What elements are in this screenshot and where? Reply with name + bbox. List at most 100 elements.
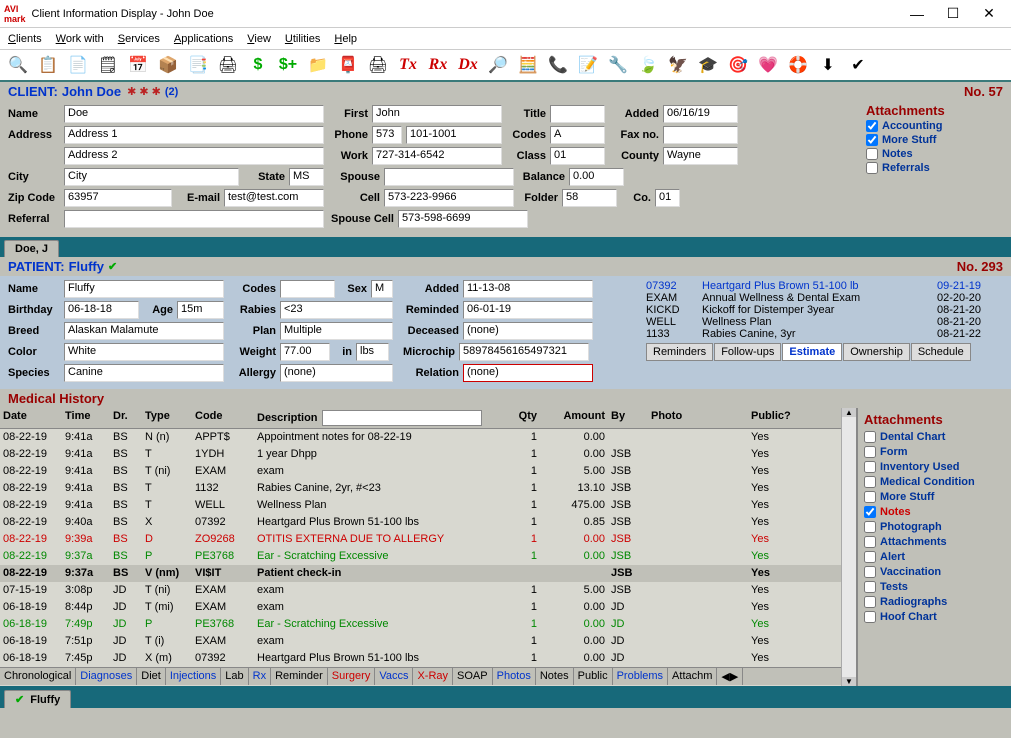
hist-attach-11[interactable]: Radiographs [864,596,1005,608]
hist-attach-6[interactable]: Photograph [864,521,1005,533]
fld-county[interactable]: Wayne [663,147,738,165]
col-by[interactable]: By [608,408,648,428]
hist-attach-check-12[interactable] [864,611,876,623]
table-row[interactable]: 08-22-199:41aBSTWELLWellness Plan1475.00… [0,497,841,514]
toolbar-icon-20[interactable]: 🔧 [606,53,630,77]
fld-city[interactable]: City [64,168,239,186]
fld-title[interactable] [550,105,605,123]
fld-phone-area[interactable]: 573 [372,126,402,144]
hist-attach-check-8[interactable] [864,551,876,563]
reminder-row-3[interactable]: WELLWellness Plan08-21-20 [646,316,1005,328]
client-attach-check-2[interactable] [866,148,878,160]
fld-p-name[interactable]: Fluffy [64,280,224,298]
subtab-estimate[interactable]: Estimate [782,343,842,361]
hist-attach-check-5[interactable] [864,506,876,518]
col-amt[interactable]: Amount [540,408,608,428]
hist-attach-12[interactable]: Hoof Chart [864,611,1005,623]
toolbar-icon-17[interactable]: 🧮 [516,53,540,77]
fld-p-relation[interactable]: (none) [463,364,593,382]
hist-attach-check-1[interactable] [864,446,876,458]
fld-zip[interactable]: 63957 [64,189,172,207]
fld-p-added[interactable]: 11-13-08 [463,280,593,298]
fld-referral[interactable] [64,210,324,228]
hist-attach-1[interactable]: Form [864,446,1005,458]
bottom-tab-11[interactable]: Photos [493,668,536,685]
hist-attach-8[interactable]: Alert [864,551,1005,563]
fld-p-reminded[interactable]: 06-01-19 [463,301,593,319]
fld-p-wunit[interactable]: lbs [356,343,389,361]
hist-attach-check-9[interactable] [864,566,876,578]
fld-p-color[interactable]: White [64,343,224,361]
hist-attach-0[interactable]: Dental Chart [864,431,1005,443]
hist-attach-check-2[interactable] [864,461,876,473]
toolbar-icon-21[interactable]: 🍃 [636,53,660,77]
bottom-tab-10[interactable]: SOAP [453,668,493,685]
table-row[interactable]: 08-22-199:41aBSN (n)APPT$Appointment not… [0,429,841,446]
fld-p-age[interactable]: 15m [177,301,224,319]
hist-attach-10[interactable]: Tests [864,581,1005,593]
grid-scrollbar[interactable] [841,408,856,686]
maximize-button[interactable]: ☐ [935,2,971,26]
toolbar-icon-9[interactable]: $+ [276,53,300,77]
menu-applications[interactable]: Applications [174,33,233,45]
hist-attach-check-7[interactable] [864,536,876,548]
toolbar-icon-28[interactable]: ✔ [846,53,870,77]
bottom-tab-8[interactable]: Vaccs [375,668,413,685]
toolbar-icon-12[interactable]: 🖨 [366,53,390,77]
history-grid[interactable]: Date Time Dr. Type Code Description Qty … [0,408,841,686]
table-row[interactable]: 08-22-199:41aBST1132Rabies Canine, 2yr, … [0,480,841,497]
menu-utilities[interactable]: Utilities [285,33,320,45]
bottom-tab-2[interactable]: Diet [137,668,166,685]
bottom-tab-3[interactable]: Injections [166,668,221,685]
reminder-row-4[interactable]: 1133Rabies Canine, 3yr08-21-22 [646,328,1005,340]
fld-folder[interactable]: 58 [562,189,617,207]
fld-cell[interactable]: 573-223-9966 [384,189,514,207]
client-attach-1[interactable]: More Stuff [866,134,1001,146]
col-type[interactable]: Type [142,408,192,428]
hist-attach-check-6[interactable] [864,521,876,533]
bottom-tab-1[interactable]: Diagnoses [76,668,137,685]
bottom-tab-15[interactable]: Attachm [668,668,717,685]
toolbar-icon-10[interactable]: 📁 [306,53,330,77]
col-date[interactable]: Date [0,408,62,428]
toolbar-icon-18[interactable]: 📞 [546,53,570,77]
table-row[interactable]: 07-15-193:08pJDT (ni)EXAMexam15.00JSBYes [0,582,841,599]
hist-attach-check-0[interactable] [864,431,876,443]
fld-first[interactable]: John [372,105,502,123]
fld-p-rabies[interactable]: <23 [280,301,393,319]
bottom-tab-14[interactable]: Problems [613,668,668,685]
fld-p-species[interactable]: Canine [64,364,224,382]
client-attach-check-3[interactable] [866,162,878,174]
toolbar-icon-1[interactable]: 📋 [36,53,60,77]
col-photo[interactable]: Photo [648,408,748,428]
client-attach-check-0[interactable] [866,120,878,132]
status-tab[interactable]: ✔ Fluffy [4,690,71,708]
toolbar-icon-27[interactable]: ⬇ [816,53,840,77]
subtab-ownership[interactable]: Ownership [843,343,910,361]
fld-work[interactable]: 727-314-6542 [372,147,502,165]
minimize-button[interactable]: — [899,2,935,26]
table-row[interactable]: 06-18-198:44pJDT (mi)EXAMexam10.00JDYes [0,599,841,616]
menu-clients[interactable]: Clients [8,33,42,45]
fld-address2[interactable]: Address 2 [64,147,324,165]
table-row[interactable]: 06-18-197:45pJDX (m)07392Heartgard Plus … [0,650,841,667]
toolbar-icon-0[interactable]: 🔍 [6,53,30,77]
toolbar-icon-25[interactable]: 💗 [756,53,780,77]
toolbar-icon-5[interactable]: 📦 [156,53,180,77]
fld-class[interactable]: 01 [550,147,605,165]
toolbar-icon-8[interactable]: $ [246,53,270,77]
fld-p-microchip[interactable]: 58978456165497321 [459,343,589,361]
toolbar-icon-22[interactable]: 🦅 [666,53,690,77]
subtab-follow-ups[interactable]: Follow-ups [714,343,781,361]
fld-address1[interactable]: Address 1 [64,126,324,144]
fld-p-sex[interactable]: M [371,280,393,298]
bottom-tab-12[interactable]: Notes [536,668,574,685]
toolbar-icon-11[interactable]: 📮 [336,53,360,77]
hist-attach-9[interactable]: Vaccination [864,566,1005,578]
fld-balance[interactable]: 0.00 [569,168,624,186]
fld-state[interactable]: MS [289,168,324,186]
client-tab[interactable]: Doe, J [4,240,59,257]
bottom-tab-0[interactable]: Chronological [0,668,76,685]
bottom-tab-4[interactable]: Lab [221,668,248,685]
bottom-tab-6[interactable]: Reminder [271,668,328,685]
